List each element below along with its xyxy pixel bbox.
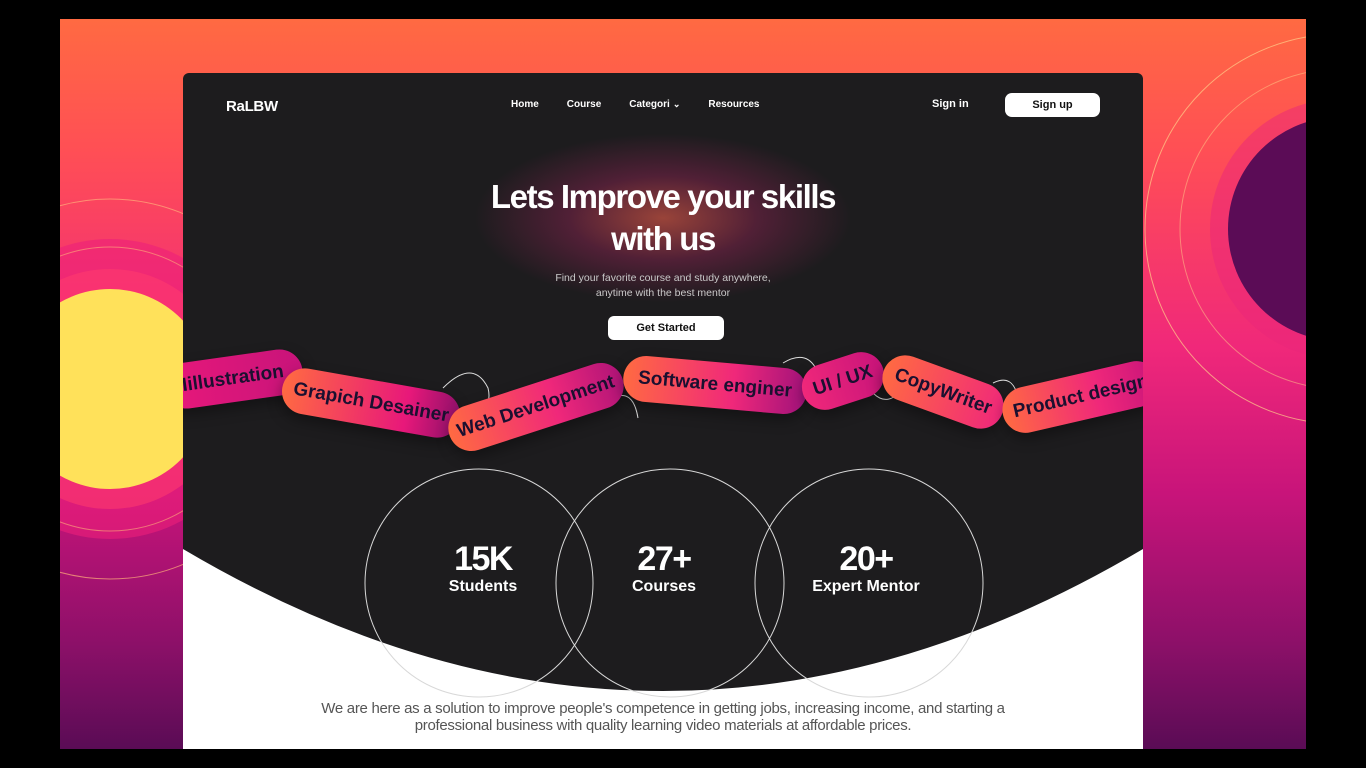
stat-courses: 27+ Courses xyxy=(594,541,734,597)
hero-title-line1: Lets Improve your skills xyxy=(490,178,837,215)
stat-students-value: 15K xyxy=(454,540,513,578)
category-pill-software-engineer[interactable]: Software enginer xyxy=(621,354,809,416)
hero-title: Lets Improve your skills with us xyxy=(363,176,963,260)
stat-mentors-label: Expert Mentor xyxy=(812,578,920,595)
hero-title-line2: with us xyxy=(611,220,716,257)
nav-course[interactable]: Course xyxy=(567,99,601,110)
nav-categori[interactable]: Categori ⌄ xyxy=(629,99,680,110)
top-navigation: RaLBW Home Course Categori ⌄ Resources Si… xyxy=(183,73,1143,137)
signin-link[interactable]: Sign in xyxy=(932,98,969,110)
brand-logo[interactable]: RaLBW xyxy=(226,98,278,115)
stat-courses-value: 27+ xyxy=(637,540,692,578)
nav-resources[interactable]: Resources xyxy=(708,99,759,110)
mission-statement: We are here as a solution to improve peo… xyxy=(303,700,1023,734)
nav-categori-label: Categori xyxy=(629,99,670,110)
hero-subtitle-line2: anytime with the best mentor xyxy=(595,287,731,299)
stat-courses-label: Courses xyxy=(631,578,697,595)
signup-button[interactable]: Sign up xyxy=(1005,93,1100,117)
stat-mentors: 20+ Expert Mentor xyxy=(786,541,946,597)
mission-line2: professional business with quality learn… xyxy=(414,717,912,734)
get-started-button[interactable]: Get Started xyxy=(608,316,724,340)
category-pill-graphic-designer[interactable]: Grapich Desainer xyxy=(278,364,464,442)
nav-home[interactable]: Home xyxy=(511,99,539,110)
website-window: RaLBW Home Course Categori ⌄ Resources Si… xyxy=(183,73,1143,749)
category-pill-web-development[interactable]: Web Development xyxy=(442,357,630,457)
decorative-rings-right xyxy=(1144,36,1306,422)
hero-subtitle: Find your favorite course and study anyw… xyxy=(493,271,833,301)
chevron-down-icon: ⌄ xyxy=(672,99,681,109)
category-pill-product-design[interactable]: Product design xyxy=(997,356,1143,438)
stat-mentors-value: 20+ xyxy=(839,540,894,578)
mission-line1: We are here as a solution to improve peo… xyxy=(321,700,1005,717)
nav-links: Home Course Categori ⌄ Resources xyxy=(511,99,760,110)
stat-students: 15K Students xyxy=(413,541,553,597)
hero-subtitle-line1: Find your favorite course and study anyw… xyxy=(555,272,771,284)
category-pill-copywriter[interactable]: CopyWriter xyxy=(875,348,1011,436)
category-pill-ui-ux[interactable]: UI / UX xyxy=(795,346,891,416)
stat-students-label: Students xyxy=(448,578,518,595)
